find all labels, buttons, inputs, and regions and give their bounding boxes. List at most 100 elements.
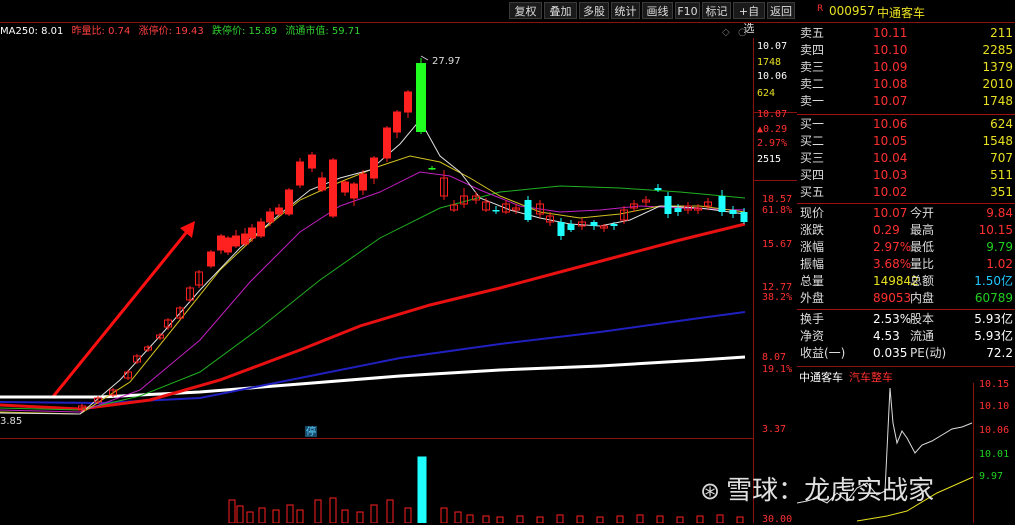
volume-bar bbox=[286, 504, 294, 523]
stat-label: 内盘 bbox=[910, 291, 935, 305]
ask-volume: 2285 bbox=[982, 43, 1013, 57]
candle-body bbox=[492, 210, 500, 212]
volume-bars bbox=[228, 456, 744, 523]
ask-label: 卖二 bbox=[800, 77, 825, 91]
bid-volume: 1548 bbox=[982, 134, 1013, 148]
mini-axis-tick: 10.06 bbox=[979, 425, 1010, 436]
fund-label: 收益(一) bbox=[800, 346, 846, 360]
volume-bar bbox=[440, 507, 448, 523]
fund-label: 股本 bbox=[910, 312, 935, 326]
candle-body bbox=[266, 211, 274, 223]
fund-value: 2.53% bbox=[873, 312, 912, 326]
candle-body bbox=[232, 235, 240, 247]
bid-row[interactable]: 买四 10.03 511 bbox=[797, 167, 1015, 184]
candle-body bbox=[729, 210, 737, 214]
candle-body bbox=[383, 127, 391, 159]
stat-value: 89053 bbox=[873, 291, 912, 305]
ma-line-2 bbox=[0, 222, 746, 411]
stat-value: 9.79 bbox=[986, 240, 1013, 254]
price-axis-tick: 10.06 bbox=[757, 71, 788, 82]
low-price-label: 3.85 bbox=[0, 416, 22, 427]
suspend-badge: 停 bbox=[306, 425, 316, 438]
fundamental-row: 净资 4.53 流通 5.93亿 bbox=[797, 328, 1015, 345]
volume-bar bbox=[656, 515, 664, 523]
candle-body bbox=[664, 196, 672, 214]
candle-body bbox=[674, 208, 682, 212]
volume-bar bbox=[696, 515, 704, 523]
fund-value: 72.2 bbox=[986, 346, 1013, 360]
stock-badge: R bbox=[817, 4, 824, 14]
price-axis-tick: 18.57 bbox=[762, 194, 793, 205]
bid-row[interactable]: 买一 10.06 624 bbox=[797, 116, 1015, 133]
ask-label: 卖四 bbox=[800, 43, 825, 57]
candle-body bbox=[296, 161, 304, 186]
volume-bar bbox=[454, 511, 462, 523]
volume-bar bbox=[272, 509, 280, 523]
volume-bar bbox=[466, 514, 474, 523]
bid-row[interactable]: 买三 10.04 707 bbox=[797, 150, 1015, 167]
bid-price: 10.03 bbox=[873, 168, 908, 182]
candle-body bbox=[428, 168, 436, 170]
volume-bar bbox=[576, 515, 584, 523]
price-axis-tick: ▲0.29 bbox=[757, 124, 788, 135]
mini-axis-tick: 9.97 bbox=[979, 471, 1004, 482]
price-axis-tick: 624 bbox=[757, 88, 776, 99]
fund-label: 流通 bbox=[910, 329, 935, 343]
volume-bar bbox=[386, 499, 394, 523]
quote-stat-row: 涨跌 0.29 最高 10.15 bbox=[797, 222, 1015, 239]
volume-bar bbox=[636, 514, 644, 523]
candle-body bbox=[610, 224, 618, 226]
stat-label: 振幅 bbox=[800, 257, 825, 271]
ask-row[interactable]: 卖一 10.07 1748 bbox=[797, 93, 1015, 110]
bid-volume: 624 bbox=[990, 117, 1013, 131]
mini-axis-tick: 10.10 bbox=[979, 401, 1010, 412]
price-axis-tick: 8.07 bbox=[762, 352, 787, 363]
ask-price: 10.08 bbox=[873, 77, 908, 91]
bid-row[interactable]: 买五 10.02 351 bbox=[797, 184, 1015, 201]
ask-row[interactable]: 卖三 10.09 1379 bbox=[797, 59, 1015, 76]
mini-axis-tick: 10.15 bbox=[979, 379, 1010, 390]
ask-row[interactable]: 卖四 10.10 2285 bbox=[797, 42, 1015, 59]
stat-value: 1.02 bbox=[986, 257, 1013, 271]
price-axis-tick: 2515 bbox=[757, 154, 782, 165]
quote-stat-row: 振幅 3.68% 量比 1.02 bbox=[797, 256, 1015, 273]
candle-body bbox=[318, 177, 326, 191]
kline-chart[interactable]: 27.97 3.85 停 bbox=[0, 0, 797, 523]
stat-value: 3.68% bbox=[873, 257, 912, 271]
ask-label: 卖五 bbox=[800, 26, 825, 40]
bid-label: 买四 bbox=[800, 168, 825, 182]
ma-line-3 bbox=[0, 185, 746, 411]
high-price-label: 27.97 bbox=[432, 56, 461, 67]
price-axis-tick: 2.97% bbox=[757, 138, 788, 149]
volume-bar bbox=[246, 511, 254, 523]
watermark-text: 雪球：龙虎实战家 bbox=[726, 476, 935, 506]
ask-row[interactable]: 卖二 10.08 2010 bbox=[797, 76, 1015, 93]
volume-bar bbox=[404, 507, 412, 523]
stat-value: 10.15 bbox=[978, 223, 1013, 237]
bid-row[interactable]: 买二 10.05 1548 bbox=[797, 133, 1015, 150]
volume-bar bbox=[556, 514, 564, 523]
ask-price: 10.07 bbox=[873, 94, 908, 108]
candle-body bbox=[350, 183, 358, 199]
stat-label: 最低 bbox=[910, 240, 935, 254]
stat-label: 涨跌 bbox=[800, 223, 825, 237]
price-axis-tick: 1748 bbox=[757, 57, 782, 68]
trend-arrow-line bbox=[50, 227, 192, 399]
volume-bar bbox=[341, 509, 349, 523]
candle-body bbox=[217, 235, 225, 251]
candle-body bbox=[718, 196, 726, 212]
candle-body bbox=[393, 111, 401, 133]
candle-body bbox=[524, 200, 532, 220]
volume-bar bbox=[536, 516, 544, 523]
fund-label: 换手 bbox=[800, 312, 825, 326]
stat-value: 2.97% bbox=[873, 240, 912, 254]
candle-body bbox=[567, 224, 575, 230]
price-axis-tick: 30.00 bbox=[762, 514, 793, 525]
ask-row[interactable]: 卖五 10.11 211 bbox=[797, 25, 1015, 42]
quote-panel: R 000957 中通客车 卖五 10.11 211 卖四 10.10 2285 卖三 10.… bbox=[797, 0, 1015, 523]
watermark: ⊛ 雪球：龙虎实战家 bbox=[700, 470, 934, 507]
stat-label: 总额 bbox=[910, 274, 935, 288]
volume-bar bbox=[616, 515, 624, 523]
candle-body bbox=[370, 157, 378, 179]
price-axis-tick: 10.07 bbox=[757, 109, 788, 120]
